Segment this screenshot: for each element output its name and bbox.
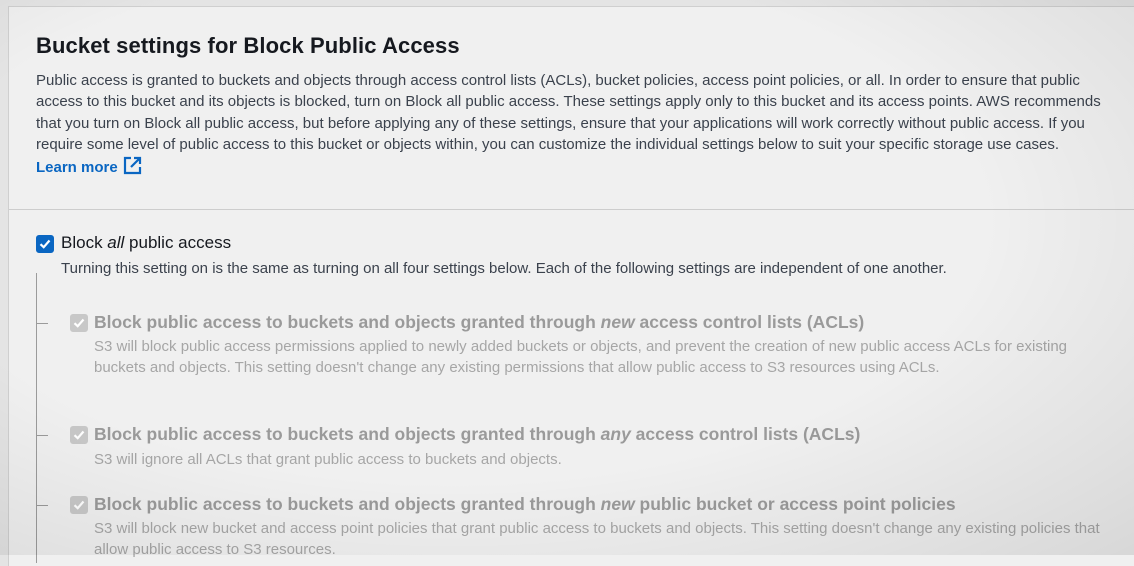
block-public-access-panel: Bucket settings for Block Public Access … <box>8 6 1134 566</box>
setting-new-acls-checkbox[interactable] <box>70 314 88 332</box>
checkmark-icon <box>73 318 85 328</box>
setting-title-post: access control lists (ACLs) <box>630 424 861 444</box>
checkmark-icon <box>73 430 85 440</box>
setting-title-pre: Block public access to buckets and objec… <box>94 424 601 444</box>
setting-new-acls-description: S3 will block public access permissions … <box>94 338 1068 376</box>
checkmark-icon <box>39 239 51 249</box>
external-link-icon <box>123 156 142 181</box>
tree-connector-line <box>36 273 37 563</box>
tree-branch-3 <box>36 505 48 506</box>
section-description-text: Public access is granted to buckets and … <box>36 72 1101 154</box>
setting-title-pre: Block public access to buckets and objec… <box>94 312 601 332</box>
setting-new-policies-checkbox[interactable] <box>70 496 88 514</box>
block-all-label-em: all <box>107 233 125 252</box>
setting-title-post: access control lists (ACLs) <box>634 312 865 332</box>
tree-branch-2 <box>36 435 48 436</box>
setting-new-policies-description: S3 will block new bucket and access poin… <box>94 520 1100 558</box>
checkmark-icon <box>73 500 85 510</box>
setting-new-acls-title[interactable]: Block public access to buckets and objec… <box>94 312 864 333</box>
setting-title-pre: Block public access to buckets and objec… <box>94 494 601 514</box>
block-all-label[interactable]: Block all public access <box>61 233 231 253</box>
setting-title-em: new <box>600 312 635 332</box>
setting-new-policies-title[interactable]: Block public access to buckets and objec… <box>94 494 956 515</box>
tree-branch-1 <box>36 323 48 324</box>
block-all-label-pre: Block <box>61 233 108 252</box>
setting-any-acls-title[interactable]: Block public access to buckets and objec… <box>94 424 860 445</box>
setting-title-em: new <box>600 494 635 514</box>
section-header: Bucket settings for Block Public Access … <box>9 7 1134 210</box>
block-all-checkbox[interactable] <box>36 235 54 253</box>
setting-any-acls-checkbox[interactable] <box>70 426 88 444</box>
section-title: Bucket settings for Block Public Access <box>36 33 460 58</box>
learn-more-link[interactable]: Learn more <box>36 156 142 176</box>
section-description: Public access is granted to buckets and … <box>36 70 1111 181</box>
learn-more-label: Learn more <box>36 158 118 176</box>
setting-title-em: any <box>600 424 631 444</box>
block-all-description: Turning this setting on is the same as t… <box>61 260 947 277</box>
block-all-label-post: public access <box>124 233 232 252</box>
setting-title-post: public bucket or access point policies <box>634 494 956 514</box>
setting-any-acls-description: S3 will ignore all ACLs that grant publi… <box>94 451 562 468</box>
